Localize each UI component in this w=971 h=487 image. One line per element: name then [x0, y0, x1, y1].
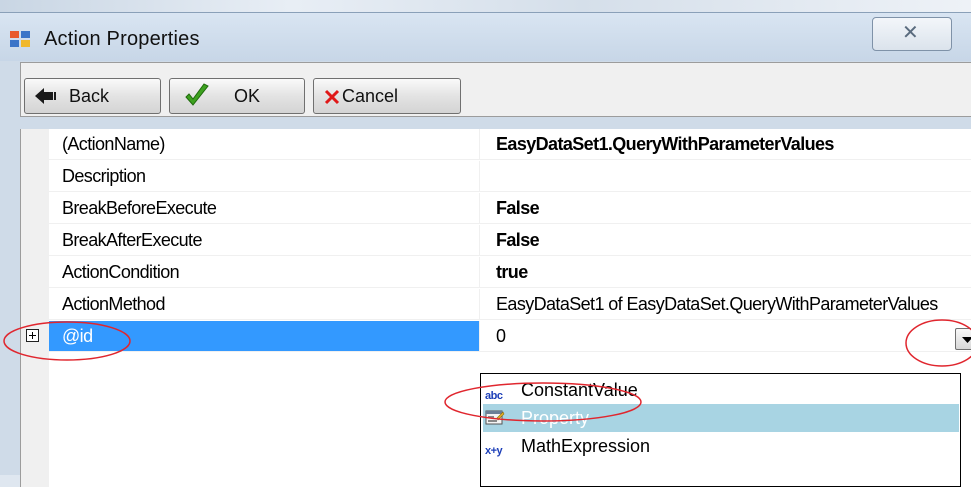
- property-row[interactable]: ActionMethod EasyDataSet1 of EasyDataSet…: [21, 289, 971, 321]
- property-name: BreakBeforeExecute: [49, 193, 479, 224]
- expand-icon[interactable]: [26, 329, 39, 342]
- dropdown-button[interactable]: [955, 328, 971, 350]
- app-icon: [10, 31, 30, 47]
- property-icon: [485, 410, 505, 425]
- property-value[interactable]: true: [479, 257, 971, 288]
- property-name: ActionCondition: [49, 257, 479, 288]
- checkmark-icon: [185, 83, 209, 106]
- property-value[interactable]: False: [479, 225, 971, 256]
- back-button[interactable]: Back: [24, 78, 161, 114]
- dropdown-item-label: MathExpression: [521, 436, 651, 456]
- property-row[interactable]: Description: [21, 161, 971, 193]
- property-name: @id: [49, 321, 479, 352]
- property-value[interactable]: [479, 161, 971, 192]
- value-type-dropdown-list: abc ConstantValue Property x+y MathExpre…: [480, 373, 961, 487]
- property-value[interactable]: EasyDataSet1.QueryWithParameterValues: [479, 129, 971, 160]
- cancel-button[interactable]: Cancel: [313, 78, 461, 114]
- property-value[interactable]: EasyDataSet1 of EasyDataSet.QueryWithPar…: [479, 289, 971, 320]
- toolbar: Back OK Cancel: [20, 62, 971, 117]
- chevron-down-icon: [962, 337, 971, 343]
- ok-label: OK: [234, 86, 261, 106]
- arrow-left-icon: [35, 88, 56, 104]
- cancel-label: Cancel: [342, 86, 399, 106]
- ok-button[interactable]: OK: [169, 78, 305, 114]
- dropdown-item-constant-value[interactable]: abc ConstantValue: [483, 376, 959, 404]
- close-icon: ✕: [902, 22, 919, 44]
- back-label: Back: [69, 86, 110, 106]
- dropdown-item-label: ConstantValue: [521, 380, 638, 400]
- property-row[interactable]: (ActionName) EasyDataSet1.QueryWithParam…: [21, 129, 971, 161]
- action-properties-dialog: Action Properties ✕ Back OK Cancel (Acti…: [0, 12, 971, 487]
- property-row[interactable]: BreakAfterExecute False: [21, 225, 971, 257]
- x-icon: [324, 89, 340, 105]
- property-row[interactable]: BreakBeforeExecute False: [21, 193, 971, 225]
- property-name: Description: [49, 161, 479, 192]
- property-name: (ActionName): [49, 129, 479, 160]
- close-button[interactable]: ✕: [872, 17, 952, 51]
- dropdown-item-label: Property: [521, 408, 590, 428]
- math-icon: x+y: [485, 445, 503, 457]
- property-row[interactable]: ActionCondition true: [21, 257, 971, 289]
- property-value[interactable]: 0: [479, 321, 971, 352]
- dropdown-item-property[interactable]: Property: [483, 404, 959, 432]
- property-name: BreakAfterExecute: [49, 225, 479, 256]
- title-bar: Action Properties ✕: [0, 13, 971, 61]
- window-title: Action Properties: [44, 28, 200, 50]
- property-name: ActionMethod: [49, 289, 479, 320]
- dropdown-item-math-expression[interactable]: x+y MathExpression: [483, 432, 959, 460]
- property-row-selected[interactable]: @id 0: [21, 321, 971, 353]
- property-value[interactable]: False: [479, 193, 971, 224]
